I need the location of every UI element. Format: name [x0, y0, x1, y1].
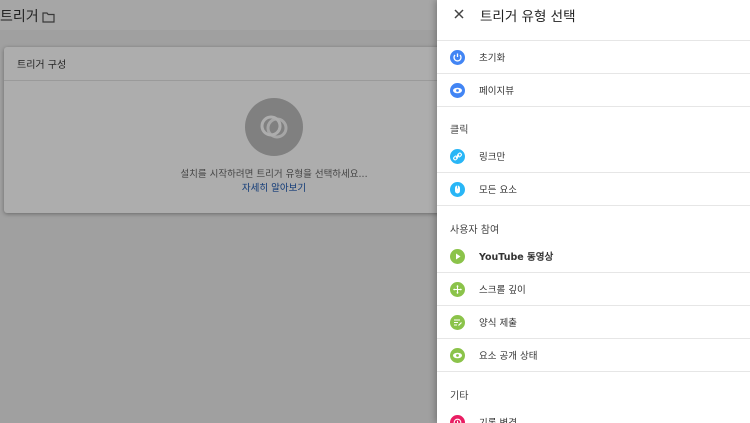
section-heading-user-engagement: 사용자 참여 — [450, 225, 500, 236]
form-icon — [450, 315, 465, 330]
play-icon — [450, 249, 465, 264]
trigger-item-form-submit[interactable]: 양식 제출 — [437, 306, 750, 339]
trigger-item-label: 양식 제출 — [479, 318, 517, 329]
power-icon — [450, 50, 465, 65]
trigger-item-links-only[interactable]: 링크만 — [437, 140, 750, 173]
trigger-item-label: 요소 공개 상태 — [479, 351, 538, 362]
eye-icon — [450, 83, 465, 98]
trigger-item-label: 모든 요소 — [479, 185, 517, 196]
eye-icon — [450, 348, 465, 363]
section-heading-other: 기타 — [450, 391, 469, 402]
trigger-item-label: 스크롤 깊이 — [479, 285, 526, 296]
divider — [437, 371, 750, 372]
trigger-item-label: YouTube 동영상 — [479, 252, 554, 263]
move-arrows-icon — [450, 282, 465, 297]
divider — [437, 106, 750, 107]
trigger-item-label: 초기화 — [479, 53, 506, 64]
trigger-item-scroll-depth[interactable]: 스크롤 깊이 — [437, 273, 750, 306]
mouse-icon — [450, 182, 465, 197]
trigger-item-all-elements[interactable]: 모든 요소 — [437, 173, 750, 206]
trigger-item-label: 링크만 — [479, 152, 506, 163]
panel-title: 트리거 유형 선택 — [480, 9, 576, 25]
divider — [437, 205, 750, 206]
section-heading-click: 클릭 — [450, 125, 469, 136]
link-icon — [450, 149, 465, 164]
history-icon — [450, 415, 465, 423]
close-icon[interactable] — [451, 6, 467, 22]
trigger-item-initialization[interactable]: 초기화 — [437, 41, 750, 74]
trigger-item-label: 기록 변경 — [479, 415, 517, 423]
trigger-item-history-change[interactable]: 기록 변경 — [437, 406, 750, 423]
trigger-item-label: 페이지뷰 — [479, 86, 514, 97]
trigger-item-element-visibility[interactable]: 요소 공개 상태 — [437, 339, 750, 372]
trigger-item-pageview[interactable]: 페이지뷰 — [437, 74, 750, 107]
trigger-item-youtube-video[interactable]: YouTube 동영상 — [437, 240, 750, 273]
panel-header: 트리거 유형 선택 — [437, 0, 750, 30]
trigger-type-panel: 트리거 유형 선택 초기화 페이지뷰 클릭 링크만 모든 요소 사용자 참여 Y… — [437, 0, 750, 423]
